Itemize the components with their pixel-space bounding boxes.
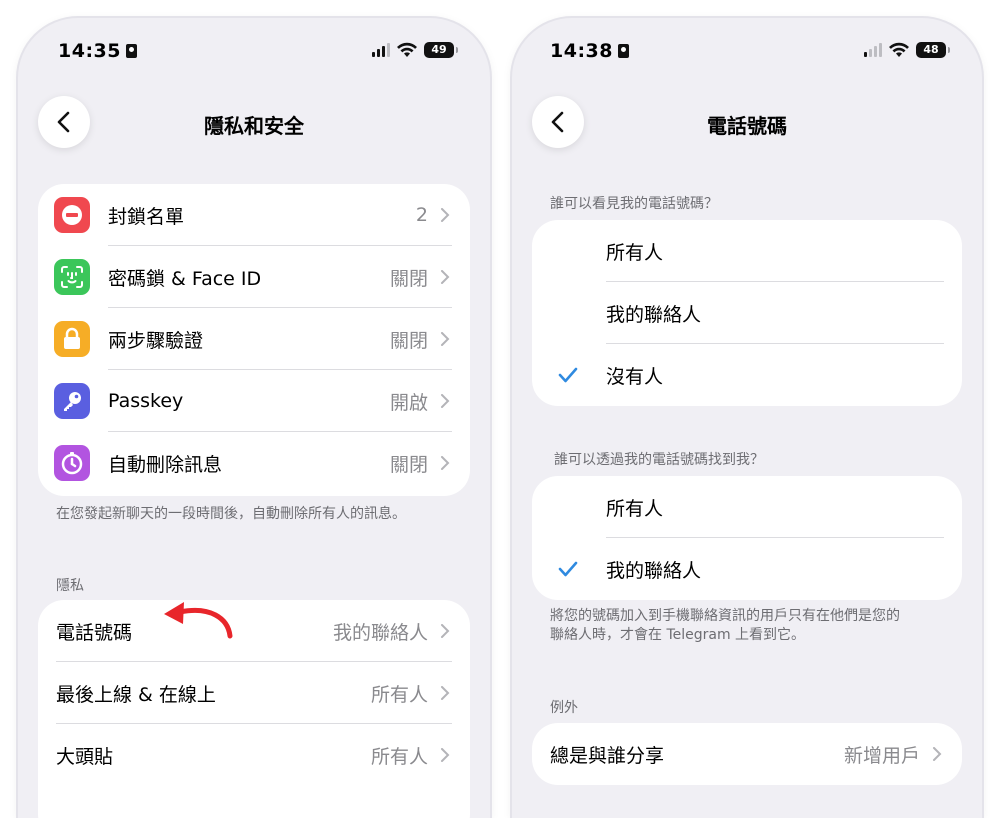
row-value: 2 bbox=[415, 204, 428, 226]
option-label: 我的聯絡人 bbox=[606, 304, 702, 326]
chevron-right-icon bbox=[441, 394, 450, 408]
checkmark-icon bbox=[558, 367, 578, 383]
row-label: Passkey bbox=[108, 390, 184, 412]
id-card-icon bbox=[126, 44, 137, 58]
option-everybody[interactable]: 所有人 bbox=[532, 220, 962, 282]
page-title: 隱私和安全 bbox=[204, 114, 304, 138]
phone-screen-privacy-security: 14:35 49 隱私和安全 封鎖名單 2 密碼鎖 & Face ID 關閉 兩… bbox=[18, 18, 490, 818]
row-label: 兩步驟驗證 bbox=[108, 329, 204, 352]
row-label: 密碼鎖 & Face ID bbox=[108, 267, 262, 290]
row-label: 自動刪除訊息 bbox=[108, 453, 223, 476]
page-title: 電話號碼 bbox=[707, 114, 787, 138]
chevron-right-icon bbox=[441, 208, 450, 222]
chevron-right-icon bbox=[441, 748, 450, 762]
cellular-signal-icon bbox=[372, 43, 390, 57]
status-bar: 14:35 49 bbox=[58, 40, 458, 68]
who-can-see-options: 所有人 我的聯絡人 沒有人 bbox=[532, 220, 962, 406]
status-bar: 14:38 48 bbox=[550, 40, 950, 68]
option-label: 所有人 bbox=[606, 498, 664, 520]
row-label: 電話號碼 bbox=[56, 621, 133, 644]
profile-photo-row[interactable]: 大頭貼 所有人 bbox=[38, 724, 470, 786]
passcode-face-id-row[interactable]: 密碼鎖 & Face ID 關閉 bbox=[38, 246, 470, 308]
option-nobody[interactable]: 沒有人 bbox=[532, 344, 962, 406]
blocked-icon bbox=[54, 197, 90, 233]
footnote-line: 將您的號碼加入到手機聯絡資訊的用戶只有在他們是您的 bbox=[550, 608, 900, 624]
option-everybody[interactable]: 所有人 bbox=[532, 476, 962, 538]
add-users-value: 新增用戶 bbox=[843, 744, 920, 767]
who-can-see-header: 誰可以看見我的電話號碼？ bbox=[550, 196, 718, 212]
row-value: 關閉 bbox=[389, 329, 428, 352]
exceptions-header: 例外 bbox=[550, 700, 578, 716]
id-card-icon bbox=[618, 44, 629, 58]
chevron-right-icon bbox=[441, 686, 450, 700]
wifi-icon bbox=[889, 42, 909, 57]
lock-icon bbox=[54, 321, 90, 357]
cellular-signal-icon bbox=[864, 43, 882, 57]
privacy-settings-group: 電話號碼 我的聯絡人 最後上線 & 在線上 所有人 大頭貼 所有人 bbox=[38, 600, 470, 818]
checkmark-icon bbox=[558, 561, 578, 577]
last-seen-online-row[interactable]: 最後上線 & 在線上 所有人 bbox=[38, 662, 470, 724]
security-settings-group: 封鎖名單 2 密碼鎖 & Face ID 關閉 兩步驟驗證 關閉 Passkey… bbox=[38, 184, 470, 496]
find-me-footnote: 將您的號碼加入到手機聯絡資訊的用戶只有在他們是您的 聯絡人時，才會在 Teleg… bbox=[550, 607, 960, 645]
chevron-right-icon bbox=[441, 332, 450, 346]
chevron-right-icon bbox=[441, 456, 450, 470]
row-value: 所有人 bbox=[370, 683, 428, 706]
face-id-icon bbox=[54, 259, 90, 295]
row-value: 關閉 bbox=[389, 267, 428, 290]
status-time: 14:35 bbox=[58, 40, 121, 62]
who-can-find-options: 所有人 我的聯絡人 bbox=[532, 476, 962, 600]
always-share-with-row[interactable]: 總是與誰分享 新增用戶 bbox=[532, 723, 962, 785]
row-label: 大頭貼 bbox=[56, 745, 114, 768]
option-label: 所有人 bbox=[606, 242, 664, 264]
battery-indicator: 48 bbox=[916, 42, 950, 58]
auto-delete-messages-row[interactable]: 自動刪除訊息 關閉 bbox=[38, 432, 470, 494]
phone-screen-phone-number: 14:38 48 電話號碼 誰可以看見我的電話號碼？ 所有人 我的聯絡人 沒有人… bbox=[512, 18, 982, 818]
two-step-verification-row[interactable]: 兩步驟驗證 關閉 bbox=[38, 308, 470, 370]
chevron-right-icon bbox=[441, 270, 450, 284]
option-label: 沒有人 bbox=[606, 366, 664, 388]
who-can-find-header: 誰可以透過我的電話號碼找到我？ bbox=[554, 452, 764, 468]
row-value: 開啟 bbox=[389, 391, 428, 414]
row-value: 所有人 bbox=[370, 745, 428, 768]
footnote-line: 聯絡人時，才會在 Telegram 上看到它。 bbox=[550, 627, 806, 643]
wifi-icon bbox=[397, 42, 417, 57]
option-my-contacts[interactable]: 我的聯絡人 bbox=[532, 538, 962, 600]
passkey-row[interactable]: Passkey 開啟 bbox=[38, 370, 470, 432]
exceptions-group: 總是與誰分享 新增用戶 bbox=[532, 723, 962, 785]
battery-indicator: 49 bbox=[424, 42, 458, 58]
privacy-section-header: 隱私 bbox=[56, 578, 84, 594]
row-label: 封鎖名單 bbox=[108, 205, 185, 228]
row-value: 關閉 bbox=[389, 453, 428, 476]
option-my-contacts[interactable]: 我的聯絡人 bbox=[532, 282, 962, 344]
row-value: 我的聯絡人 bbox=[332, 621, 428, 644]
timer-icon bbox=[54, 445, 90, 481]
key-icon bbox=[54, 383, 90, 419]
status-time: 14:38 bbox=[550, 40, 613, 62]
row-label: 總是與誰分享 bbox=[550, 744, 665, 767]
auto-delete-footnote: 在您發起新聊天的一段時間後，自動刪除所有人的訊息。 bbox=[56, 506, 406, 522]
annotation-arrow-icon bbox=[164, 602, 233, 639]
chevron-right-icon bbox=[441, 624, 450, 638]
row-label: 最後上線 & 在線上 bbox=[56, 683, 216, 706]
blocked-users-row[interactable]: 封鎖名單 2 bbox=[38, 184, 470, 246]
option-label: 我的聯絡人 bbox=[606, 560, 702, 582]
phone-number-row[interactable]: 電話號碼 我的聯絡人 bbox=[38, 600, 470, 662]
chevron-right-icon bbox=[933, 747, 942, 761]
